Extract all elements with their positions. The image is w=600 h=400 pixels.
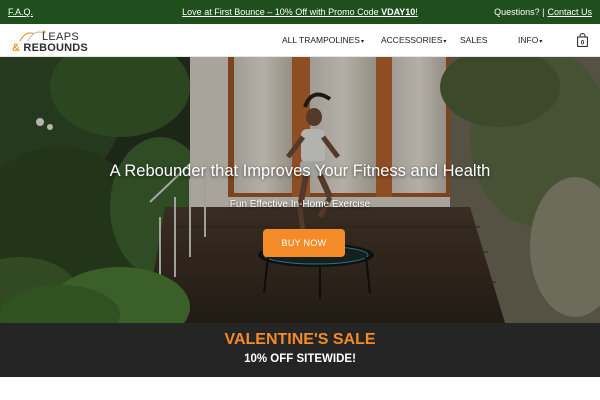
nav-info-label: INFO [518,35,539,45]
hero-banner: A Rebounder that Improves Your Fitness a… [0,57,600,323]
sale-subtitle: 10% OFF SITEWIDE! [244,353,356,365]
page-content-start [0,377,600,400]
announcement-bar: F.A.Q. Love at First Bounce – 10% Off wi… [0,0,600,24]
contact-us-link[interactable]: Contact Us [547,7,592,17]
sale-title: VALENTINE'S SALE [224,331,376,348]
buy-now-button[interactable]: BUY NOW [263,229,345,257]
nav-sales[interactable]: SALES [460,35,487,45]
promo-suffix: ! [415,7,418,17]
nav-sales-label: SALES [460,35,488,45]
nav-all-trampolines-label: ALL TRAMPOLINES [282,35,360,45]
nav-all-trampolines[interactable]: ALL TRAMPOLINES▾ [282,35,364,45]
nav-accessories-label: ACCESSORIES [381,35,443,45]
questions-text: Questions? | [494,7,545,17]
nav-accessories[interactable]: ACCESSORIES▾ [381,35,446,45]
chevron-down-icon: ▾ [360,39,364,45]
nav-info[interactable]: INFO▾ [518,35,542,45]
promo-code: VDAY10 [381,7,416,17]
promo-text: Love at First Bounce – 10% Off with Prom… [182,7,382,17]
hero-title: A Rebounder that Improves Your Fitness a… [109,162,491,180]
chevron-down-icon: ▾ [539,39,543,45]
hero-image [0,57,600,323]
main-nav: ALL TRAMPOLINES▾ ACCESSORIES▾ SALES INFO… [0,35,600,49]
hero-subtitle: Fun Effective In-Home Exercise [229,199,371,210]
site-header: LEAPS & REBOUNDS ALL TRAMPOLINES▾ ACCESS… [0,24,600,57]
chevron-down-icon: ▾ [443,39,447,45]
sale-banner[interactable]: VALENTINE'S SALE 10% OFF SITEWIDE! [0,323,600,377]
help-links: Questions? | Contact Us [494,7,592,17]
shopping-bag-icon[interactable]: 0 [577,33,588,47]
cart-count: 0 [581,40,585,46]
